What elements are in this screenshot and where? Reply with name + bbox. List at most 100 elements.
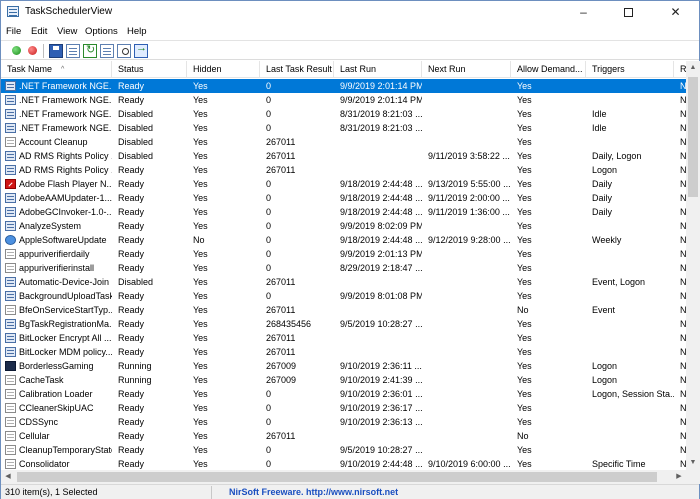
properties-icon[interactable] <box>66 44 80 58</box>
table-row[interactable]: .NET Framework NGE... Ready Yes 0 9/9/2019 2… <box>1 93 686 107</box>
task-file-icon <box>5 389 16 399</box>
table-row[interactable]: .NET Framework NGE... Disabled Yes 0 8/31/20… <box>1 121 686 135</box>
table-row[interactable]: CleanupTemporaryState Ready Yes 0 9/5/2019 1… <box>1 443 686 457</box>
horizontal-scrollbar[interactable]: ◀ ▶ <box>1 470 686 484</box>
cell-r: N <box>680 221 686 231</box>
nirsoft-link[interactable]: NirSoft Freeware. http://www.nirsoft.net <box>229 487 398 497</box>
table-row[interactable]: AD RMS Rights Policy ... Disabled Yes 26701… <box>1 149 686 163</box>
cell-triggers <box>586 443 674 457</box>
cell-last-result: 0 <box>266 249 272 259</box>
cell-last-run: 9/5/2019 10:28:27 ... <box>340 445 422 455</box>
cell-hidden: Yes <box>193 95 208 105</box>
table-row[interactable]: BackgroundUploadTask Ready Yes 0 9/9/2019 8:… <box>1 289 686 303</box>
column-header-status[interactable]: Status <box>112 61 187 78</box>
cell-allow-demand: Yes <box>517 81 532 91</box>
column-header-triggers[interactable]: Triggers <box>586 61 674 78</box>
stop-icon[interactable] <box>28 46 37 55</box>
menu-view[interactable]: View <box>57 26 77 37</box>
table-row[interactable]: CCleanerSkipUAC Ready Yes 0 9/10/2019 2:36:1… <box>1 401 686 415</box>
column-header-task-name[interactable]: Task Name ^ <box>1 61 112 78</box>
cell-triggers <box>586 401 674 415</box>
menu-file[interactable]: File <box>6 26 21 37</box>
copy-icon[interactable] <box>100 44 114 58</box>
task-icon <box>5 291 16 301</box>
table-row[interactable]: Cellular Ready Yes 267011 No N <box>1 429 686 443</box>
cell-hidden: Yes <box>193 291 208 301</box>
cell-last-run: 9/10/2019 2:44:48 ... <box>340 459 422 469</box>
table-row[interactable]: BfeOnServiceStartTyp... Ready Yes 267011 No E… <box>1 303 686 317</box>
scroll-left-icon[interactable]: ◀ <box>1 470 15 484</box>
table-row[interactable]: .NET Framework NGE... Ready Yes 0 9/9/2019 2… <box>1 79 686 93</box>
horizontal-scroll-thumb[interactable] <box>17 472 657 482</box>
table-row[interactable]: Consolidator Ready Yes 0 9/10/2019 2:44:48 .… <box>1 457 686 470</box>
table-row[interactable]: BgTaskRegistrationMa... Ready Yes 268435456… <box>1 317 686 331</box>
task-icon <box>5 333 16 343</box>
cell-last-run: 9/10/2019 2:36:13 ... <box>340 417 422 427</box>
cell-next-run <box>422 359 511 373</box>
table-row[interactable]: CDSSync Ready Yes 0 9/10/2019 2:36:13 ... Yes… <box>1 415 686 429</box>
scroll-right-icon[interactable]: ▶ <box>672 470 686 484</box>
title-bar[interactable]: TaskSchedulerView – ✕ <box>1 1 699 23</box>
start-icon[interactable] <box>12 46 21 55</box>
table-row[interactable]: Adobe Flash Player N... Ready Yes 0 9/18/201… <box>1 177 686 191</box>
task-name-text: AD RMS Rights Policy ... <box>19 165 112 175</box>
table-row[interactable]: AD RMS Rights Policy ... Ready Yes 267011 Ye… <box>1 163 686 177</box>
column-header-last-run[interactable]: Last Run <box>334 61 422 78</box>
cell-last-result: 0 <box>266 123 272 133</box>
cell-next-run <box>422 387 511 401</box>
maximize-button[interactable] <box>606 1 651 23</box>
cell-triggers <box>586 219 674 233</box>
vertical-scrollbar[interactable]: ▲ ▼ <box>686 61 700 470</box>
scroll-up-icon[interactable]: ▲ <box>686 61 700 75</box>
table-row[interactable]: BitLocker MDM policy... Ready Yes 267011 Yes… <box>1 345 686 359</box>
table-row[interactable]: .NET Framework NGE... Disabled Yes 0 8/31/20… <box>1 107 686 121</box>
table-row[interactable]: appuriverifierdaily Ready Yes 0 9/9/2019 2:0… <box>1 247 686 261</box>
cell-triggers <box>586 345 674 359</box>
cell-r: N <box>680 95 686 105</box>
table-row[interactable]: Automatic-Device-Join Disabled Yes 267011 Ye… <box>1 275 686 289</box>
menu-options[interactable]: Options <box>85 26 118 37</box>
minimize-button[interactable]: – <box>561 1 606 23</box>
task-icon <box>5 193 16 203</box>
cell-task-name: CDSSync <box>1 415 112 429</box>
task-name-text: .NET Framework NGE... <box>19 109 112 119</box>
table-row[interactable]: appuriverifierinstall Ready Yes 0 8/29/2019 … <box>1 261 686 275</box>
save-icon[interactable] <box>49 44 63 58</box>
table-row[interactable]: CacheTask Running Yes 267009 9/10/2019 2:41:… <box>1 373 686 387</box>
cell-task-name: Automatic-Device-Join <box>1 275 112 289</box>
cell-last-run <box>334 429 422 443</box>
table-row[interactable]: AdobeGCInvoker-1.0-... Ready Yes 0 9/18/2019… <box>1 205 686 219</box>
table-row[interactable]: AdobeAAMUpdater-1... Ready Yes 0 9/18/2019 2… <box>1 191 686 205</box>
table-row[interactable]: AnalyzeSystem Ready Yes 0 9/9/2019 8:02:09 P… <box>1 219 686 233</box>
menu-edit[interactable]: Edit <box>31 26 47 37</box>
task-name-text: .NET Framework NGE... <box>19 81 112 91</box>
scroll-down-icon[interactable]: ▼ <box>686 456 700 470</box>
task-name-text: AnalyzeSystem <box>19 221 82 231</box>
vertical-scroll-thumb[interactable] <box>688 77 698 197</box>
cell-last-run: 9/5/2019 10:28:27 ... <box>340 319 422 329</box>
column-header-r[interactable]: R <box>674 61 686 78</box>
window-title: TaskSchedulerView <box>25 6 113 17</box>
cell-hidden: Yes <box>193 389 208 399</box>
table-row[interactable]: Calibration Loader Ready Yes 0 9/10/2019 2:3… <box>1 387 686 401</box>
table-row[interactable]: AppleSoftwareUpdate Ready No 0 9/18/2019 2:4… <box>1 233 686 247</box>
close-button[interactable]: ✕ <box>653 1 698 23</box>
cell-next-run: 9/12/2019 9:28:00 ... <box>428 235 511 245</box>
cell-next-run <box>422 163 511 177</box>
column-header-hidden[interactable]: Hidden <box>187 61 260 78</box>
find-icon[interactable] <box>117 44 131 58</box>
task-name-text: .NET Framework NGE... <box>19 95 112 105</box>
table-row[interactable]: BorderlessGaming Running Yes 267009 9/10/201… <box>1 359 686 373</box>
task-list[interactable]: Task Name ^ Status Hidden Last Task Resul… <box>1 61 686 470</box>
refresh-icon[interactable] <box>83 43 97 58</box>
column-header-next-run[interactable]: Next Run <box>422 61 511 78</box>
menu-help[interactable]: Help <box>127 26 147 37</box>
cell-last-result: 0 <box>266 81 272 91</box>
column-header-allow-demand[interactable]: Allow Demand... <box>511 61 586 78</box>
table-row[interactable]: BitLocker Encrypt All ... Ready Yes 267011 Y… <box>1 331 686 345</box>
exit-icon[interactable] <box>134 42 148 58</box>
column-header-last-result[interactable]: Last Task Result <box>260 61 334 78</box>
table-row[interactable]: Account Cleanup Disabled Yes 267011 Yes N <box>1 135 686 149</box>
cell-next-run <box>422 331 511 345</box>
toolbar <box>1 40 699 60</box>
